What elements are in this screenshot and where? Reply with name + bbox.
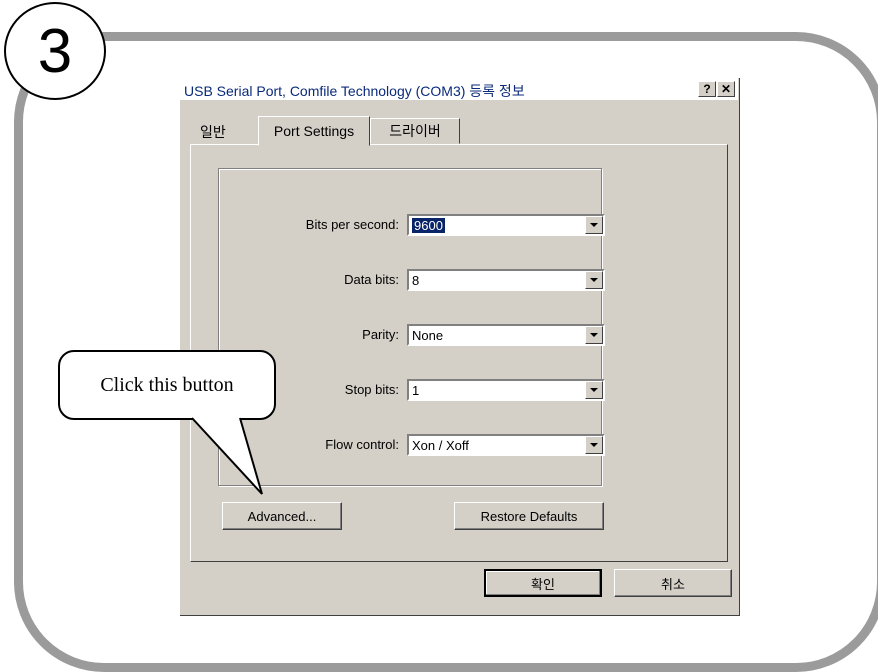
callout-pointer xyxy=(191,417,263,495)
